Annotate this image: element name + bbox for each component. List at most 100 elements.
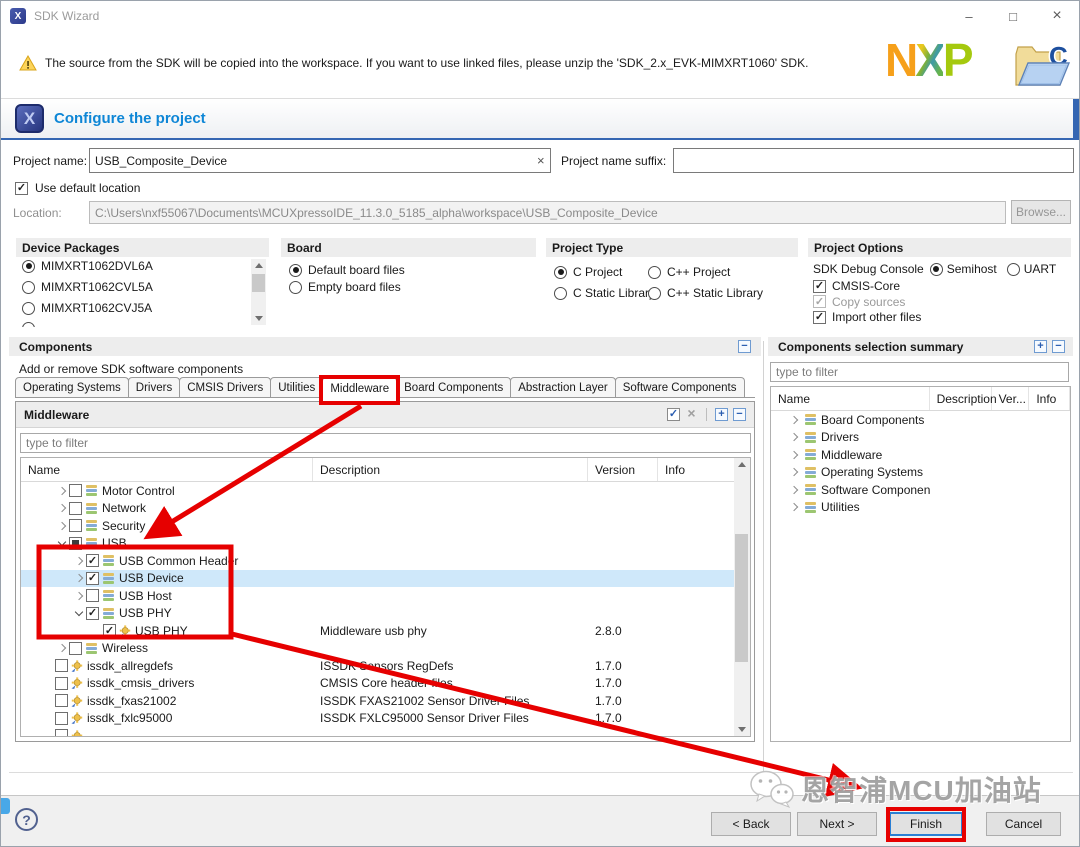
tab-abstraction-layer[interactable]: Abstraction Layer [510, 377, 616, 397]
minimize-icon[interactable]: – [947, 1, 991, 31]
project-name-input[interactable] [89, 148, 551, 173]
column-header-description[interactable]: Description [313, 458, 588, 481]
tab-utilities[interactable]: Utilities [270, 377, 324, 397]
radio-item[interactable] [22, 322, 41, 327]
expand-all-icon[interactable]: + [1034, 340, 1047, 353]
summary-row-utilities[interactable]: Utilities [771, 499, 1070, 517]
row-checkbox[interactable] [69, 501, 82, 515]
back-button[interactable]: < Back [711, 812, 791, 836]
row-checkbox[interactable] [69, 641, 82, 655]
row-checkbox[interactable] [55, 676, 68, 690]
checkbox-copy-sources[interactable]: Copy sources [813, 295, 905, 309]
expander-expanded-icon[interactable] [55, 537, 69, 546]
radio-c-static-library[interactable]: C++ Static Library [648, 286, 763, 300]
table-row-issdk-fxlc95000[interactable]: issdk_fxlc95000 ISSDK FXLC95000 Sensor Dr… [21, 710, 735, 728]
expand-all-icon[interactable]: + [715, 408, 728, 421]
scroll-up-icon[interactable] [251, 259, 266, 272]
middleware-scrollbar[interactable] [734, 458, 750, 736]
summary-row-middleware[interactable]: Middleware [771, 446, 1070, 464]
table-row-usb-device[interactable]: USB Device [21, 569, 735, 587]
table-row-security[interactable]: Security [21, 517, 735, 535]
expander-collapsed-icon[interactable] [787, 485, 801, 494]
middleware-filter-input[interactable] [20, 433, 751, 453]
summary-filter-input[interactable] [770, 362, 1069, 382]
table-row-network[interactable]: Network [21, 500, 735, 518]
expander-collapsed-icon[interactable] [787, 415, 801, 424]
summary-row-drivers[interactable]: Drivers [771, 429, 1070, 447]
summary-row-board-components[interactable]: Board Components [771, 411, 1070, 429]
row-checkbox[interactable] [69, 519, 82, 533]
select-all-checkbox-icon[interactable]: ✓ [667, 408, 680, 421]
deselect-all-icon[interactable]: × [685, 406, 698, 421]
row-checkbox[interactable] [69, 536, 82, 550]
column-header-description[interactable]: Description [930, 387, 997, 410]
column-header-name[interactable]: Name [771, 387, 930, 410]
panel-splitter[interactable] [763, 341, 764, 771]
expander-collapsed-icon[interactable] [55, 486, 69, 495]
row-checkbox[interactable] [69, 484, 82, 498]
expander-collapsed-icon[interactable] [72, 591, 86, 600]
collapse-section-icon[interactable]: − [738, 340, 751, 353]
radio-c-project[interactable]: C++ Project [648, 265, 730, 279]
suffix-input[interactable] [673, 148, 1074, 173]
table-row-motor-control[interactable]: Motor Control [21, 482, 735, 500]
table-row-usb[interactable]: USB [21, 535, 735, 553]
expander-collapsed-icon[interactable] [55, 504, 69, 513]
table-row-usb-phy[interactable]: USB PHY [21, 605, 735, 623]
expander-collapsed-icon[interactable] [55, 521, 69, 530]
expander-collapsed-icon[interactable] [72, 556, 86, 565]
column-header-version[interactable]: Version [588, 458, 658, 481]
help-button[interactable]: ? [15, 808, 38, 831]
column-header-info[interactable]: Info [1029, 387, 1070, 410]
checkbox-import-other-files[interactable]: Import other files [813, 310, 921, 324]
finish-button[interactable]: Finish [886, 807, 966, 842]
column-header-ver[interactable]: Ver... [992, 387, 1030, 410]
scroll-down-icon[interactable] [734, 723, 749, 736]
expander-collapsed-icon[interactable] [72, 574, 86, 583]
radio-semihost[interactable]: Semihost [929, 262, 997, 276]
radio-c-static-library[interactable]: C Static Library [554, 286, 655, 300]
radio-default-board-files[interactable]: Default board files [289, 263, 405, 277]
expander-collapsed-icon[interactable] [787, 450, 801, 459]
tab-middleware[interactable]: Middleware [319, 375, 401, 405]
table-row-usb-common-header[interactable]: USB Common Header [21, 552, 735, 570]
close-icon[interactable]: × [1035, 1, 1079, 31]
tab-cmsis-drivers[interactable]: CMSIS Drivers [179, 377, 272, 397]
use-default-location-checkbox[interactable] [15, 181, 28, 195]
checkbox-cmsis-core[interactable]: CMSIS-Core [813, 279, 900, 293]
expander-expanded-icon[interactable] [72, 607, 86, 616]
table-row-usb-host[interactable]: USB Host [21, 587, 735, 605]
summary-row-operating-systems[interactable]: Operating Systems [771, 464, 1070, 482]
row-checkbox[interactable] [86, 554, 99, 568]
row-checkbox[interactable] [86, 571, 99, 585]
radio-mimxrt1062dvl6a[interactable]: MIMXRT1062DVL6A [22, 259, 153, 273]
column-header-name[interactable]: Name [21, 458, 313, 481]
expander-collapsed-icon[interactable] [55, 644, 69, 653]
row-checkbox[interactable] [55, 694, 68, 708]
browse-button[interactable]: Browse... [1011, 200, 1071, 224]
expander-collapsed-icon[interactable] [787, 468, 801, 477]
tab-board-components[interactable]: Board Components [396, 377, 512, 397]
row-checkbox[interactable] [86, 589, 99, 603]
cancel-button[interactable]: Cancel [986, 812, 1061, 836]
tab-software-components[interactable]: Software Components [614, 377, 745, 397]
table-row-usb-phy[interactable]: USB PHY Middleware usb phy 2.8.0 [21, 622, 735, 640]
radio-mimxrt1062cvl5a[interactable]: MIMXRT1062CVL5A [22, 280, 153, 294]
row-checkbox[interactable] [86, 606, 99, 620]
collapse-all-icon[interactable]: − [733, 408, 746, 421]
maximize-icon[interactable]: □ [991, 1, 1035, 31]
column-header-info[interactable]: Info [658, 458, 735, 481]
collapse-all-icon[interactable]: − [1052, 340, 1065, 353]
tab-drivers[interactable]: Drivers [127, 377, 181, 397]
summary-row-software-componen[interactable]: Software Componen [771, 481, 1070, 499]
clear-project-name-icon[interactable]: × [537, 154, 545, 167]
row-checkbox[interactable] [55, 729, 68, 736]
radio-c-project[interactable]: C Project [554, 265, 622, 279]
row-checkbox[interactable] [55, 659, 68, 673]
row-checkbox[interactable] [55, 711, 68, 725]
scrollbar-thumb[interactable] [735, 534, 748, 662]
next-button[interactable]: Next > [797, 812, 877, 836]
expander-collapsed-icon[interactable] [787, 433, 801, 442]
scroll-up-icon[interactable] [734, 458, 749, 471]
table-row-issdk-allregdefs[interactable]: issdk_allregdefs ISSDK Sensors RegDefs 1.7… [21, 657, 735, 675]
